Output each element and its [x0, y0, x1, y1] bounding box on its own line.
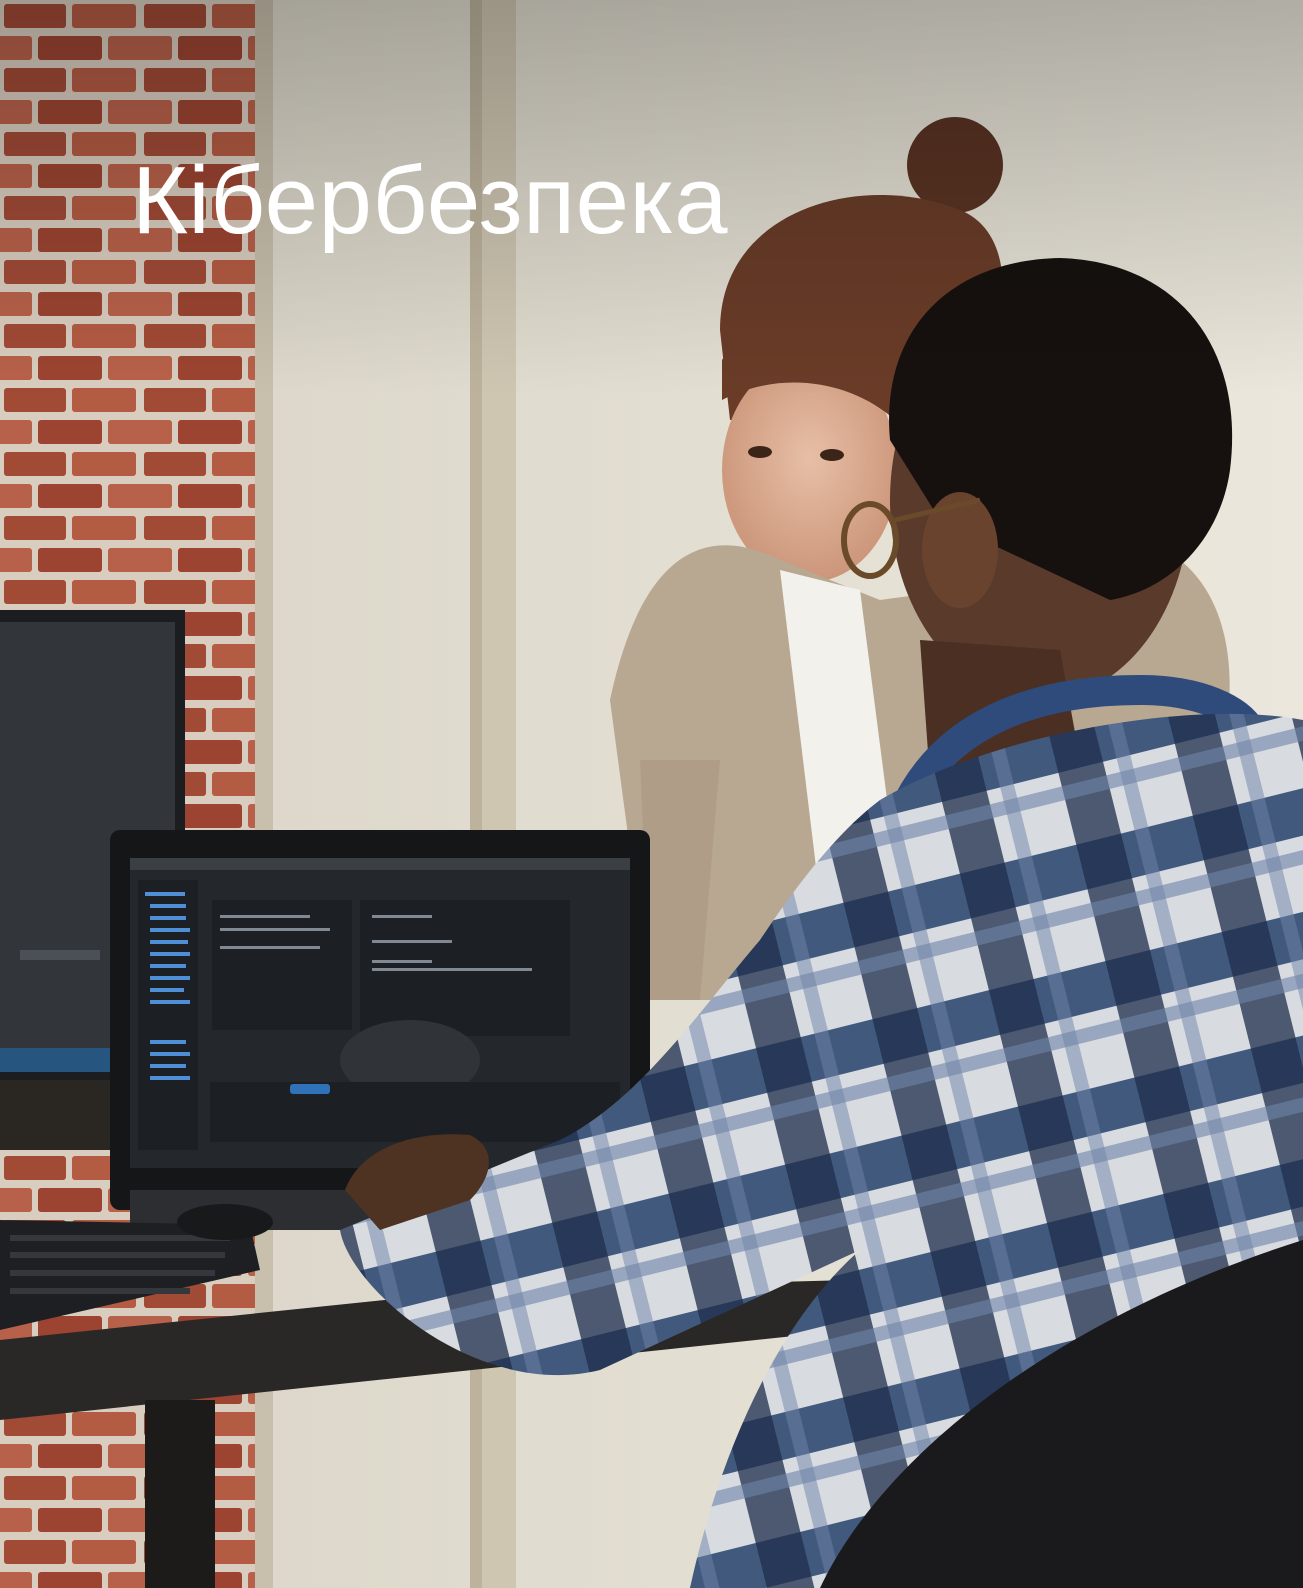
hero-card: Кібербезпека — [0, 0, 1303, 1588]
page-title: Кібербезпека — [132, 147, 729, 254]
